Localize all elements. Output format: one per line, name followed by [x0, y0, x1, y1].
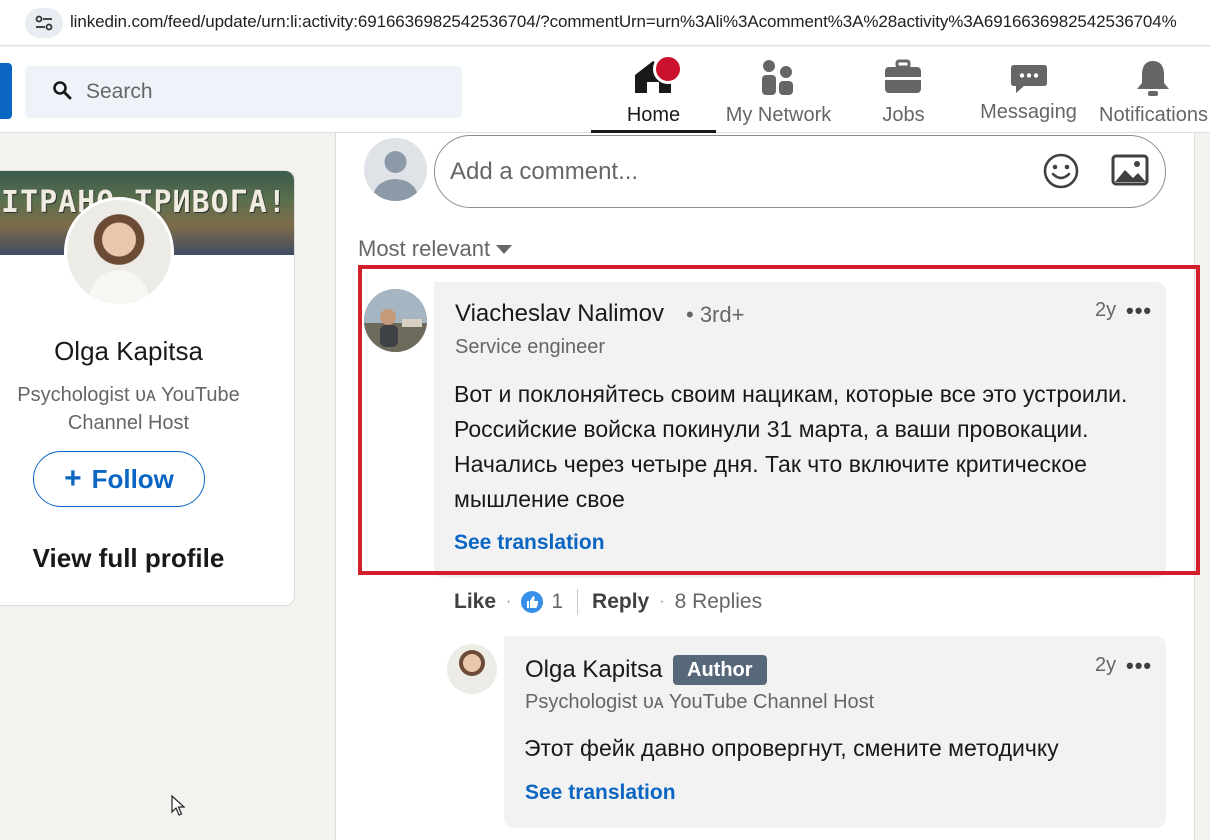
site-settings-icon[interactable]: [25, 8, 63, 38]
search-icon: [52, 80, 72, 105]
view-full-profile-link[interactable]: View full profile: [1, 543, 256, 574]
url-text[interactable]: linkedin.com/feed/update/urn:li:activity…: [70, 12, 1210, 32]
search-input[interactable]: [86, 80, 446, 104]
image-icon[interactable]: [1111, 154, 1149, 191]
bell-icon: [1135, 59, 1171, 103]
profile-headline: Psychologist ᴜᴀ YouTube Channel Host: [17, 384, 240, 434]
profile-avatar[interactable]: [64, 197, 174, 307]
comment-input-box[interactable]: [434, 135, 1166, 208]
browser-address-bar: linkedin.com/feed/update/urn:li:activity…: [0, 0, 1210, 46]
comment-actions: Like · 1 Reply · 8 Replies: [454, 589, 763, 615]
global-nav: Home My Network Jobs Messaging Notificat…: [0, 47, 1210, 133]
linkedin-logo[interactable]: [0, 63, 12, 119]
author-profile-card: ІТРАНО ТРИВОГА! Olga Kapitsa Psychologis…: [0, 170, 295, 606]
like-button[interactable]: Like: [454, 590, 496, 614]
reply-button[interactable]: Reply: [592, 590, 649, 614]
sort-comments-dropdown[interactable]: Most relevant: [358, 236, 513, 262]
author-tag: Author: [673, 655, 767, 685]
profile-name[interactable]: Olga Kapitsa: [1, 336, 256, 367]
mouse-cursor-icon: [171, 794, 186, 822]
notification-badge: [653, 54, 683, 84]
nav-messaging[interactable]: Messaging: [966, 47, 1091, 133]
like-reaction-icon[interactable]: [521, 591, 544, 613]
replies-count-link[interactable]: 8 Replies: [675, 590, 763, 614]
reply-author-name[interactable]: Olga Kapitsa: [525, 656, 662, 684]
nav-home[interactable]: Home: [591, 47, 716, 133]
reply-author-headline: Psychologist ᴜᴀ YouTube Channel Host: [525, 691, 875, 713]
nav-jobs[interactable]: Jobs: [841, 47, 966, 133]
emoji-icon[interactable]: [1042, 152, 1080, 195]
like-count[interactable]: 1: [551, 590, 563, 614]
reply-timestamp: 2y: [1095, 654, 1117, 676]
briefcase-icon: [884, 59, 922, 101]
reply-see-translation-link[interactable]: See translation: [525, 781, 676, 805]
highlighted-comment-frame: [358, 265, 1200, 575]
network-icon: [760, 59, 796, 103]
search-box[interactable]: [25, 66, 462, 118]
plus-icon: +: [64, 462, 82, 495]
nav-my-network[interactable]: My Network: [716, 47, 841, 133]
caret-down-icon: [496, 244, 513, 254]
follow-button[interactable]: + Follow: [33, 451, 205, 507]
reply-text: Этот фейк давно опровергнут, смените мет…: [524, 735, 1059, 761]
reply-more-options-icon[interactable]: •••: [1126, 653, 1152, 679]
comment-input[interactable]: [450, 157, 1010, 186]
reply-author-avatar[interactable]: [447, 644, 497, 694]
nav-notifications[interactable]: Notifications: [1091, 47, 1210, 133]
chat-icon: [1010, 63, 1048, 101]
current-user-avatar: [364, 138, 427, 201]
